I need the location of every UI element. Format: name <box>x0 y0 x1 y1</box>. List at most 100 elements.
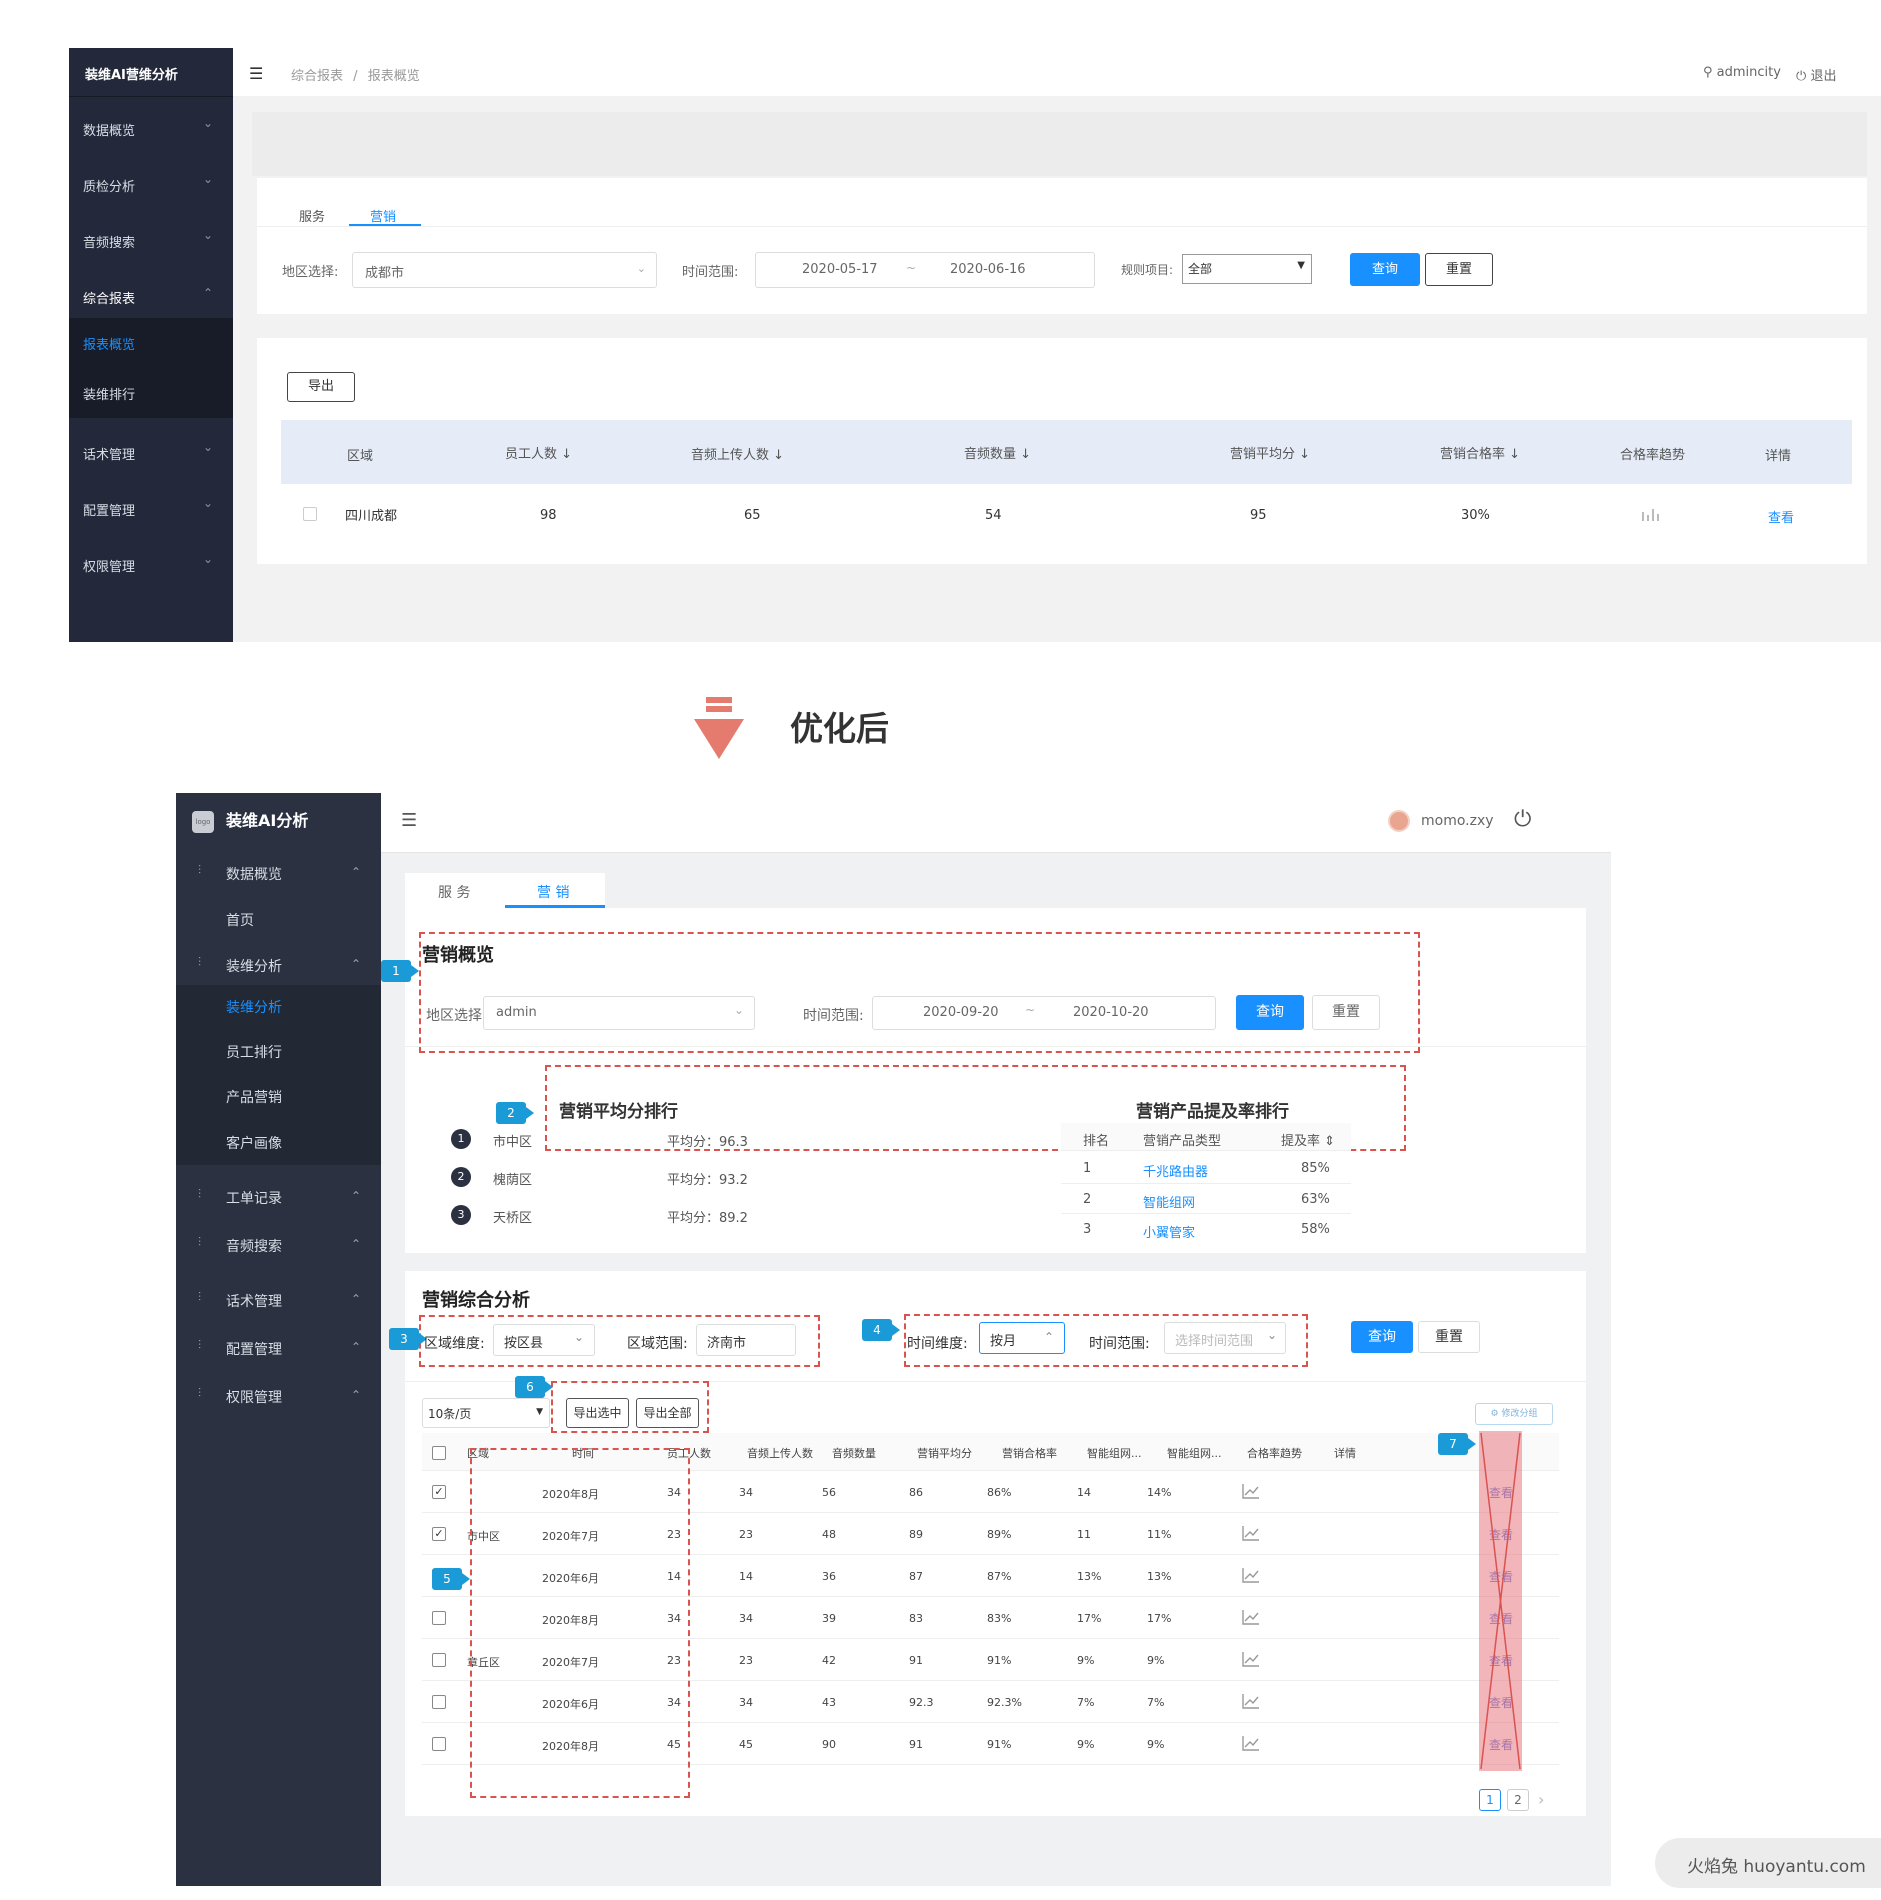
tab-service[interactable]: 服 务 <box>405 873 505 908</box>
sidebar-item-install-analysis-group[interactable]: ⫶ 装维分析 ⌃ <box>176 945 381 985</box>
sidebar-item-data-overview[interactable]: 数据概览 ⌄ <box>69 96 233 152</box>
tab-marketing[interactable]: 营 销 <box>505 873 605 908</box>
product-link[interactable]: 智能组网 <box>1143 1192 1195 1211</box>
sidebar-item-audio-search[interactable]: 音频搜索 ⌄ <box>69 208 233 264</box>
before-cell-employees: 98 <box>540 508 557 523</box>
query-button[interactable]: 查询 <box>1236 995 1304 1030</box>
triangle-down-icon: ▼ <box>1297 260 1305 271</box>
row-checkbox[interactable]: ✓ <box>432 1485 446 1499</box>
user-menu[interactable]: ⚲ admincity <box>1703 65 1781 80</box>
annotation-box-5 <box>470 1448 690 1798</box>
sidebar-item-install-ranking[interactable]: 装维排行 <box>83 384 135 403</box>
product-link[interactable]: 小翼管家 <box>1143 1222 1195 1241</box>
sidebar-item-audio-search[interactable]: ⫶ 音频搜索 ⌃ <box>176 1225 381 1265</box>
sidebar-item-employee-ranking[interactable]: 员工排行 <box>226 1042 282 1062</box>
sidebar-item-quality[interactable]: 质检分析 ⌄ <box>69 152 233 208</box>
sidebar-item-scripts[interactable]: 话术管理 ⌄ <box>69 418 233 474</box>
row-checkbox[interactable] <box>432 1653 446 1667</box>
tab-marketing[interactable]: 营销 <box>370 206 396 225</box>
rank-score: 平均分：89.2 <box>667 1211 748 1226</box>
scope-input[interactable]: 济南市 <box>696 1324 796 1356</box>
rule-label: 规则项目: <box>1121 263 1174 277</box>
table-cell-n2: 7% <box>1147 1696 1165 1709</box>
sidebar-item-report-overview[interactable]: 报表概览 <box>83 334 135 353</box>
before-cell-audios: 54 <box>985 508 1002 523</box>
row-checkbox[interactable] <box>432 1695 446 1709</box>
time-range-select[interactable]: 选择时间范围 ⌄ <box>1164 1322 1286 1354</box>
export-selected-button[interactable]: 导出选中 <box>566 1398 629 1428</box>
reset-button[interactable]: 重置 <box>1425 253 1493 286</box>
time-dimension-select[interactable]: 按月 ⌃ <box>979 1322 1065 1354</box>
before-header-cell[interactable]: 音频数量 ↓ <box>964 443 1031 462</box>
export-all-button[interactable]: 导出全部 <box>636 1398 699 1428</box>
rule-select[interactable]: 全部 ▼ <box>1182 254 1312 284</box>
date-range-picker[interactable]: 2020-09-20 ~ 2020-10-20 <box>872 996 1216 1030</box>
row-checkbox[interactable] <box>432 1611 446 1625</box>
trend-chart-icon[interactable] <box>1242 1651 1260 1667</box>
sidebar-item-home[interactable]: 首页 <box>226 910 254 930</box>
chevron-down-icon: ⌄ <box>573 1330 584 1344</box>
dimension-select[interactable]: 按区县 ⌄ <box>493 1324 595 1356</box>
power-icon[interactable]: ⏻ <box>1514 807 1531 832</box>
before-header-cell[interactable]: 员工人数 ↓ <box>505 443 572 462</box>
sidebar-item-config[interactable]: ⫶ 配置管理 ⌃ <box>176 1328 381 1368</box>
export-button[interactable]: 导出 <box>287 372 355 402</box>
table-cell-rate: 89% <box>987 1528 1012 1541</box>
region-select[interactable]: admin ⌄ <box>483 996 755 1030</box>
before-header-cell[interactable]: 营销平均分 ↓ <box>1230 443 1310 462</box>
table-cell-n1: 9% <box>1077 1738 1095 1751</box>
row-checkbox[interactable]: ✓ <box>432 1527 446 1541</box>
product-title: 营销产品提及率排行 <box>1136 1102 1289 1122</box>
breadcrumb-root[interactable]: 综合报表 <box>291 69 343 84</box>
page-2-button[interactable]: 2 <box>1507 1789 1529 1811</box>
row-checkbox[interactable] <box>432 1737 446 1751</box>
sidebar-item-permissions[interactable]: 权限管理 ⌄ <box>69 530 233 586</box>
menu-toggle-icon[interactable]: ☰ <box>249 64 263 83</box>
table-header-cell: 音频数量 <box>832 1447 876 1460</box>
table-cell-up: 34 <box>739 1612 753 1625</box>
after-header: ☰ momo.zxy ⏻ <box>381 793 1611 853</box>
sidebar-item-config[interactable]: 配置管理 ⌄ <box>69 474 233 530</box>
product-link[interactable]: 千兆路由器 <box>1143 1161 1208 1180</box>
sidebar-item-data-overview[interactable]: ⫶ 数据概览 ⌃ <box>176 853 381 893</box>
avatar[interactable] <box>1388 810 1410 832</box>
analysis-query-button[interactable]: 查询 <box>1351 1321 1413 1353</box>
view-detail-link[interactable]: 查看 <box>1768 507 1794 526</box>
page-1-button[interactable]: 1 <box>1479 1789 1501 1811</box>
chevron-down-icon: ⌄ <box>202 116 213 130</box>
reset-button[interactable]: 重置 <box>1312 995 1380 1030</box>
before-header-cell[interactable]: 音频上传人数 ↓ <box>691 444 784 463</box>
row-checkbox[interactable] <box>303 507 317 521</box>
trend-chart-icon[interactable] <box>1242 1693 1260 1709</box>
logout-button[interactable]: ⏻ 退出 <box>1796 65 1836 84</box>
sidebar-item-reports[interactable]: 综合报表 ⌃ <box>69 264 233 318</box>
tab-service[interactable]: 服务 <box>299 206 325 225</box>
sidebar-item-tickets[interactable]: ⫶ 工单记录 ⌃ <box>176 1177 381 1217</box>
modify-group-button[interactable]: ⚙ 修改分组 <box>1475 1403 1553 1425</box>
sidebar-item-scripts[interactable]: ⫶ 话术管理 ⌃ <box>176 1280 381 1320</box>
sidebar-item-permissions[interactable]: ⫶ 权限管理 ⌃ <box>176 1376 381 1416</box>
table-cell-avg: 92.3 <box>909 1696 934 1709</box>
trend-chart-icon[interactable] <box>1242 1483 1260 1499</box>
chevron-up-icon: ⌃ <box>350 1237 361 1251</box>
region-select[interactable]: 成都市 ⌄ <box>352 252 657 288</box>
trend-chart-icon[interactable] <box>1242 1735 1260 1751</box>
before-header-cell[interactable]: 营销合格率 ↓ <box>1440 443 1520 462</box>
sidebar-item-install-analysis[interactable]: 装维分析 <box>226 997 282 1017</box>
bar-chart-icon[interactable] <box>1640 506 1662 522</box>
after-sidebar: logo 装维AI分析 ⫶ 数据概览 ⌃ 首页 ⫶ 装维分析 ⌃ 装维分析 员工… <box>176 793 381 1886</box>
page-size-select[interactable]: 10条/页 ▼ <box>422 1398 550 1428</box>
chevron-down-icon: ⌄ <box>202 228 213 242</box>
sidebar-item-customer-profile[interactable]: 客户画像 <box>226 1133 282 1153</box>
next-page-icon[interactable]: › <box>1538 1790 1544 1809</box>
trend-chart-icon[interactable] <box>1242 1609 1260 1625</box>
trend-chart-icon[interactable] <box>1242 1525 1260 1541</box>
trend-chart-icon[interactable] <box>1242 1567 1260 1583</box>
query-button[interactable]: 查询 <box>1350 253 1420 286</box>
analysis-reset-button[interactable]: 重置 <box>1418 1321 1480 1353</box>
menu-toggle-icon[interactable]: ☰ <box>401 810 417 831</box>
user-name[interactable]: momo.zxy <box>1421 813 1494 829</box>
product-header-cell[interactable]: 提及率 ⇕ <box>1281 1130 1335 1149</box>
date-range-picker[interactable]: 2020-05-17 ~ 2020-06-16 <box>755 252 1095 288</box>
sidebar-item-product-marketing[interactable]: 产品营销 <box>226 1087 282 1107</box>
